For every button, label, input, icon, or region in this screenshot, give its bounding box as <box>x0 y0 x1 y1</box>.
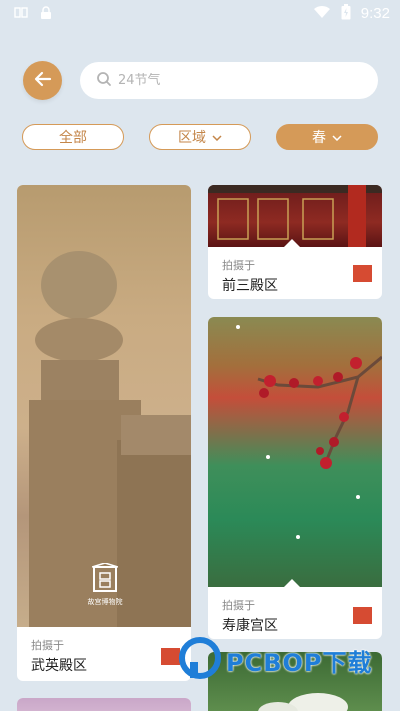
chevron-down-icon <box>212 129 222 145</box>
filter-season-label: 春 <box>312 130 326 146</box>
photo-card[interactable]: 拍摄于 寿康宫区 <box>208 317 382 639</box>
card-label: 拍摄于 <box>31 639 64 652</box>
photo-stone-pillar: 故宫博物院 <box>17 185 191 627</box>
photo-card[interactable]: 故宫博物院 拍摄于 武英殿区 <box>17 185 191 681</box>
status-bar: 9:32 <box>0 0 400 28</box>
notification-icon <box>14 6 28 23</box>
card-place: 寿康宫区 <box>222 618 278 634</box>
card-caption: 拍摄于 武英殿区 <box>31 637 87 675</box>
photo-pink-flowers <box>17 698 191 711</box>
logo-text: 故宫博物院 <box>87 598 123 606</box>
filter-all-button[interactable]: 全部 <box>22 124 124 150</box>
filter-season-dropdown[interactable]: 春 <box>276 124 378 150</box>
search-bar[interactable] <box>80 62 378 99</box>
watermark-text: PCBOP下载 <box>226 648 373 677</box>
card-caption: 拍摄于 前三殿区 <box>222 257 278 295</box>
lock-icon <box>40 6 52 23</box>
photo-card[interactable] <box>17 698 191 711</box>
search-icon <box>96 71 112 91</box>
watermark: PCBOP下载 <box>178 636 373 684</box>
card-caption: 拍摄于 寿康宫区 <box>222 597 278 635</box>
color-swatch <box>353 265 372 282</box>
battery-icon <box>341 4 351 23</box>
filter-region-label: 区域 <box>178 130 206 146</box>
palace-museum-logo: 故宫博物院 <box>85 563 125 607</box>
status-time: 9:32 <box>360 5 390 22</box>
watermark-logo-icon <box>178 636 222 684</box>
wifi-icon <box>313 5 331 22</box>
arrow-left-icon <box>34 70 52 92</box>
card-place: 武英殿区 <box>31 658 87 674</box>
card-label: 拍摄于 <box>222 599 255 612</box>
card-label: 拍摄于 <box>222 259 255 272</box>
filter-all-label: 全部 <box>59 130 87 146</box>
photo-plum-blossom <box>208 317 382 587</box>
card-place: 前三殿区 <box>222 278 278 294</box>
photo-red-wall <box>208 185 382 247</box>
search-input[interactable] <box>118 73 358 88</box>
filter-region-dropdown[interactable]: 区域 <box>149 124 251 150</box>
color-swatch <box>353 607 372 624</box>
back-button[interactable] <box>23 61 62 100</box>
chevron-down-icon <box>332 129 342 145</box>
photo-card[interactable]: 拍摄于 前三殿区 <box>208 185 382 299</box>
